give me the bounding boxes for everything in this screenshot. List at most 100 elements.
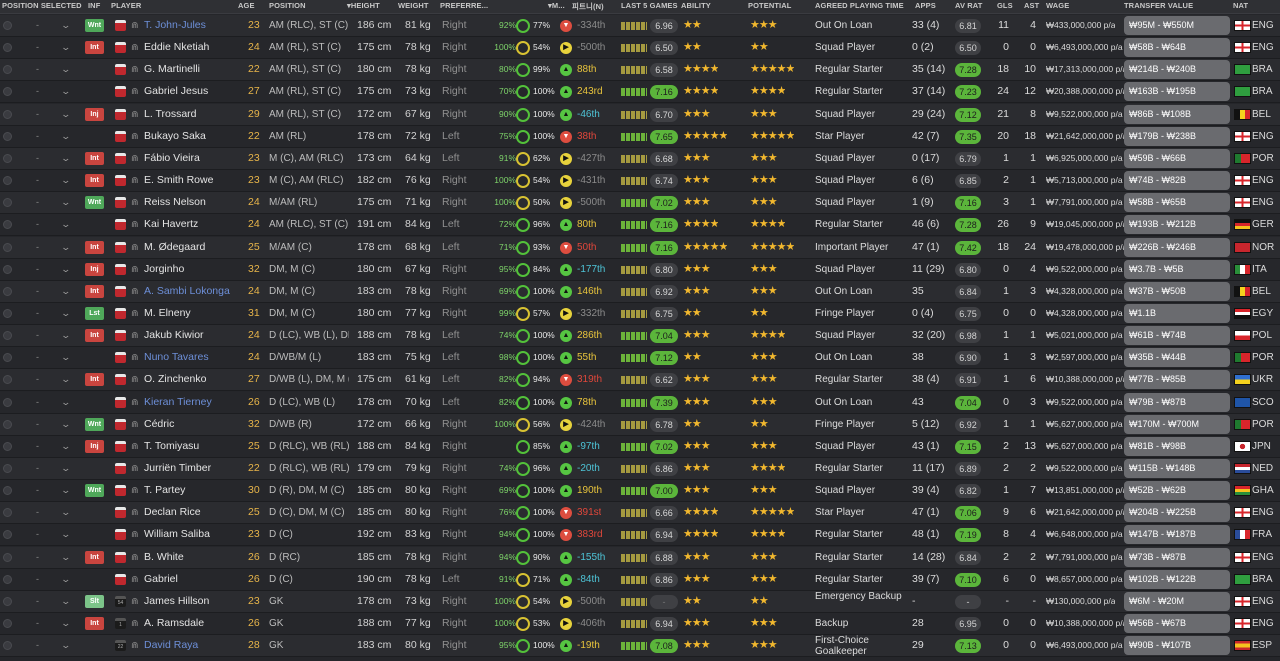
shortlist-icon[interactable]: ⋒ — [131, 325, 139, 346]
table-row[interactable]: - ⌄ Inj ⋒ L. Trossard 29 AM (RL), ST (C) 172 cm… — [0, 103, 1280, 126]
player-name-link[interactable]: Bukayo Saka — [144, 126, 236, 147]
selection-radio[interactable] — [3, 552, 12, 562]
table-row[interactable]: - ⌄ Int ⋒ Jakub Kiwior 24 D (LC), WB (L), DM 18… — [0, 325, 1280, 348]
shortlist-icon[interactable]: ⋒ — [131, 192, 139, 213]
col-header-av-rat[interactable]: AV RAT — [955, 1, 982, 10]
table-row[interactable]: - ⌄ Int ⋒ E. Smith Rowe 23 M (C), AM (RLC) 182 … — [0, 170, 1280, 193]
col-header-weight[interactable]: WEIGHT — [398, 1, 429, 10]
transfer-value-field[interactable]: ₩90B - ₩107B — [1124, 636, 1230, 656]
player-name-link[interactable]: M. Ødegaard — [144, 237, 236, 258]
selection-radio[interactable] — [3, 308, 12, 318]
transfer-value-field[interactable]: ₩226B - ₩246B — [1124, 237, 1230, 257]
position-dropdown-icon[interactable]: ⌄ — [60, 524, 71, 545]
table-row[interactable]: - ⌄ ⋒ Nuno Tavares 24 D/WB/M (L) 183 cm 75 kg Le… — [0, 347, 1280, 370]
transfer-value-field[interactable]: ₩102B - ₩122B — [1124, 569, 1230, 589]
shortlist-icon[interactable]: ⋒ — [131, 480, 139, 501]
position-dropdown-icon[interactable]: ⌄ — [60, 591, 71, 612]
shortlist-icon[interactable]: ⋒ — [131, 524, 139, 545]
table-row[interactable]: - ⌄ Int ⋒ Eddie Nketiah 24 AM (RL), ST (C) 175 … — [0, 37, 1280, 60]
shortlist-icon[interactable]: ⋒ — [131, 214, 139, 235]
table-row[interactable]: - ⌄ ⋒ William Saliba 23 D (C) 192 cm 83 kg Right… — [0, 524, 1280, 547]
position-dropdown-icon[interactable]: ⌄ — [60, 259, 71, 280]
table-row[interactable]: -⌄⋒Jurriën Timber22D (RLC), WB (RL), DM1… — [0, 458, 1280, 480]
shortlist-icon[interactable]: ⋒ — [131, 81, 139, 102]
transfer-value-field[interactable]: ₩81B - ₩98B — [1124, 436, 1230, 456]
table-row[interactable]: - ⌄ Lst ⋒ M. Elneny 31 DM, M (C) 180 cm 77 kg Rig… — [0, 302, 1280, 325]
col-header-preferred-foot[interactable]: PREFERRE... — [440, 1, 488, 10]
selection-radio[interactable] — [3, 596, 12, 606]
player-name-link[interactable]: G. Martinelli — [144, 59, 236, 80]
transfer-value-field[interactable]: ₩179B - ₩238B — [1124, 126, 1230, 146]
player-name-link[interactable]: Eddie Nketiah — [144, 37, 236, 58]
selection-radio[interactable] — [3, 198, 12, 208]
shortlist-icon[interactable]: ⋒ — [131, 237, 139, 258]
table-row[interactable]: - ⌄ Wnt ⋒ T. Partey 30 D (R), DM, M (C) 185 cm 8… — [0, 480, 1280, 503]
position-dropdown-icon[interactable]: ⌄ — [60, 148, 71, 169]
position-dropdown-icon[interactable]: ⌄ — [60, 104, 71, 125]
selection-radio[interactable] — [3, 619, 12, 629]
selection-radio[interactable] — [3, 286, 12, 296]
col-header-wage[interactable]: WAGE — [1046, 1, 1069, 10]
player-name-link[interactable]: A. Sambi Lokonga — [144, 281, 236, 302]
shortlist-icon[interactable]: ⋒ — [131, 458, 139, 479]
player-name-link[interactable]: T. Tomiyasu — [144, 436, 236, 457]
shortlist-icon[interactable]: ⋒ — [131, 392, 139, 413]
position-dropdown-icon[interactable]: ⌄ — [60, 281, 71, 302]
col-header-ast[interactable]: AST — [1024, 1, 1039, 10]
shortlist-icon[interactable]: ⋒ — [131, 281, 139, 302]
shortlist-icon[interactable]: ⋒ — [131, 569, 139, 590]
selection-radio[interactable] — [3, 131, 12, 141]
transfer-value-field[interactable]: ₩147B - ₩187B — [1124, 525, 1230, 545]
selection-radio[interactable] — [3, 43, 12, 53]
position-dropdown-icon[interactable]: ⌄ — [60, 170, 71, 191]
transfer-value-field[interactable]: ₩204B - ₩225B — [1124, 503, 1230, 523]
shortlist-icon[interactable]: ⋒ — [131, 347, 139, 368]
table-row[interactable]: - ⌄ ⋒ G. Martinelli 22 AM (RL), ST (C) 180 cm 7… — [0, 59, 1280, 82]
player-name-link[interactable]: Reiss Nelson — [144, 192, 236, 213]
position-dropdown-icon[interactable]: ⌄ — [60, 214, 71, 235]
col-header-gls[interactable]: GLS — [997, 1, 1013, 10]
col-header-ability[interactable]: ABILITY — [681, 1, 711, 10]
selection-radio[interactable] — [3, 397, 12, 407]
transfer-value-field[interactable]: ₩193B - ₩212B — [1124, 215, 1230, 235]
player-name-link[interactable]: Kieran Tierney — [144, 392, 236, 413]
col-header-transfer-value[interactable]: TRANSFER VALUE — [1124, 1, 1193, 10]
transfer-value-field[interactable]: ₩77B - ₩85B — [1124, 370, 1230, 390]
col-header-position-selected[interactable]: POSITION SELECTED — [2, 1, 82, 10]
col-header-nat[interactable]: NAT — [1233, 1, 1248, 10]
table-row[interactable]: - ⌄ ⋒ Kai Havertz 24 AM (RLC), ST (C) 191 cm 84… — [0, 214, 1280, 237]
selection-radio[interactable] — [3, 464, 12, 473]
position-dropdown-icon[interactable]: ⌄ — [60, 325, 71, 346]
player-name-link[interactable]: B. White — [144, 547, 236, 568]
shortlist-icon[interactable]: ⋒ — [131, 635, 139, 656]
table-row[interactable]: - ⌄ Int ⋒ Fábio Vieira 23 M (C), AM (RLC) 173 c… — [0, 147, 1280, 170]
position-dropdown-icon[interactable]: ⌄ — [60, 502, 71, 523]
position-dropdown-icon[interactable]: ⌄ — [60, 192, 71, 213]
table-row[interactable]: - ⌄ Slt 54 ⋒ James Hillson 23 GK 178 cm 73 kg Righ… — [0, 590, 1280, 613]
transfer-value-field[interactable]: ₩115B - ₩148B — [1124, 459, 1230, 478]
player-name-link[interactable]: Fábio Vieira — [144, 148, 236, 169]
player-name-link[interactable]: L. Trossard — [144, 104, 236, 125]
transfer-value-field[interactable]: ₩86B - ₩108B — [1124, 104, 1230, 124]
player-name-link[interactable]: A. Ramsdale — [144, 613, 236, 634]
table-row[interactable]: - ⌄ Int ⋒ M. Ødegaard 25 M/AM (C) 178 cm 68 kg Le… — [0, 236, 1280, 259]
transfer-value-field[interactable]: ₩95M - ₩550M — [1124, 16, 1230, 35]
shortlist-icon[interactable]: ⋒ — [131, 170, 139, 191]
col-header-match[interactable]: ▾M... — [548, 1, 565, 10]
table-row[interactable]: - ⌄ Inj ⋒ Jorginho 32 DM, M (C) 180 cm 67 kg Righ… — [0, 258, 1280, 281]
player-name-link[interactable]: Gabriel — [144, 569, 236, 590]
table-row[interactable]: - ⌄ ⋒ Declan Rice 25 D (C), DM, M (C) 185 cm 80… — [0, 502, 1280, 525]
shortlist-icon[interactable]: ⋒ — [131, 126, 139, 147]
position-dropdown-icon[interactable]: ⌄ — [60, 547, 71, 568]
table-row[interactable]: - ⌄ Int ⋒O. Zinchenko 27 D/WB (L), DM, M (C) 1… — [0, 369, 1280, 392]
table-row[interactable]: - ⌄ Wnt ⋒ Cédric 32 D/WB (R) 172 cm 66 kg Right 10… — [0, 413, 1280, 436]
table-row[interactable]: - ⌄ Wnt ⋒ Reiss Nelson 24 M/AM (RL) 175 cm 71 kg… — [0, 192, 1280, 215]
col-header-fitness[interactable]: 피트니(N) — [572, 1, 604, 12]
table-row[interactable]: - ⌄ ⋒ Bukayo Saka 22 AM (RL) 178 cm 72 kg Left 75… — [0, 125, 1280, 148]
table-row[interactable]: - ⌄ Int ⋒ A. Sambi Lokonga 24 DM, M (C) 183 cm 7… — [0, 280, 1280, 303]
col-header-playing-time[interactable]: AGREED PLAYING TIME — [815, 1, 904, 10]
selection-radio[interactable] — [3, 109, 12, 119]
transfer-value-field[interactable]: ₩35B - ₩44B — [1124, 348, 1230, 368]
selection-radio[interactable] — [3, 641, 12, 651]
player-name-link[interactable]: Cédric — [144, 414, 236, 435]
